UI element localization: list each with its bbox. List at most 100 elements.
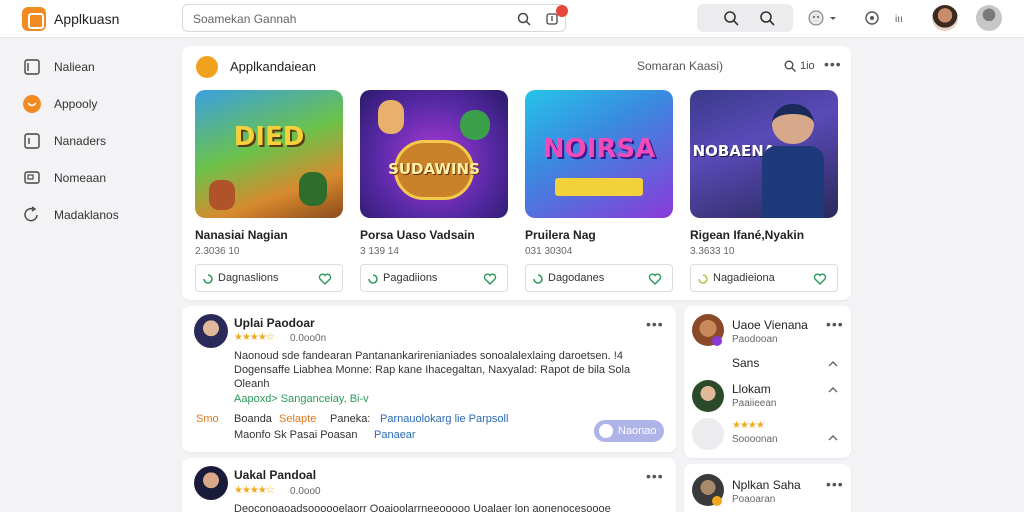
- download-icon: [698, 274, 708, 284]
- sidebar-item-label: Nanaders: [54, 134, 107, 148]
- app-logo-icon[interactable]: [22, 7, 46, 31]
- apps-icon: [23, 95, 41, 113]
- featured-apps-card: Applkandaiean Somaran Kaasi) 1io ••• DIE…: [182, 46, 851, 300]
- more-options-icon[interactable]: •••: [824, 56, 842, 72]
- game-controller-icon[interactable]: [808, 10, 824, 26]
- user-name[interactable]: Nplkan Saha: [732, 478, 801, 492]
- category-icon: [196, 56, 218, 78]
- refresh-icon: [24, 206, 38, 222]
- right-panel-card: Uaoe Vienana Paodooan ••• Sans Llokam Pa…: [684, 306, 851, 458]
- app-thumbnail[interactable]: NOIRSA: [525, 90, 673, 218]
- tag-label[interactable]: Smo: [196, 413, 219, 425]
- chevron-up-icon[interactable]: [828, 434, 838, 442]
- search-box[interactable]: [182, 4, 566, 32]
- top-bar: Applkuasn iıı: [0, 0, 1024, 38]
- app-action-button[interactable]: Pagadiions: [360, 264, 508, 292]
- review-text: Naonoud sde fandearan Pantanankarirenian…: [234, 350, 631, 390]
- user-name[interactable]: Uaoe Vienana: [732, 318, 808, 332]
- app-card[interactable]: DIED Nanasiai Nagian 2.3036 10 Dagnaslio…: [195, 90, 343, 292]
- more-options-icon[interactable]: •••: [646, 316, 664, 332]
- app-thumbnail-title: SUDAWINS: [388, 160, 480, 178]
- review-card: Uakal Pandoal ★★★★☆ 0.0oo0 ••• Deoconoao…: [182, 458, 676, 512]
- app-action-button[interactable]: Nagadieiona: [690, 264, 838, 292]
- more-options-icon[interactable]: •••: [646, 468, 664, 484]
- download-icon: [203, 274, 213, 284]
- heart-icon[interactable]: [483, 272, 497, 286]
- user-subtitle: Poaoaran: [732, 494, 776, 505]
- chevron-down-icon[interactable]: [828, 10, 838, 26]
- tag-label[interactable]: Selapte: [279, 413, 316, 425]
- notification-badge: [556, 5, 568, 17]
- tag-label[interactable]: Boanda: [234, 413, 272, 425]
- download-icon: [368, 274, 378, 284]
- right-panel-card: Nplkan Saha Poaoaran •••: [684, 464, 851, 512]
- app-thumbnail[interactable]: NOBAENA: [690, 90, 838, 218]
- user-avatar[interactable]: [692, 380, 724, 412]
- app-meta: 3.3633 10: [690, 246, 735, 257]
- app-thumbnail[interactable]: SUDAWINS: [360, 90, 508, 218]
- sidebar-item-madaklanos[interactable]: Madaklanos: [22, 204, 172, 226]
- app-action-label: Dagodanes: [548, 272, 605, 284]
- app-action-label: Nagadieiona: [713, 272, 775, 284]
- sidebar-item-nanaders[interactable]: Nanaders: [22, 130, 172, 152]
- user-subtitle: Paaiieean: [732, 398, 777, 409]
- reviewer-avatar[interactable]: [194, 314, 228, 348]
- reviewer-name[interactable]: Uplai Paodoar: [234, 316, 315, 330]
- sidebar-item-nomeaan[interactable]: Nomeaan: [22, 167, 172, 189]
- more-options-icon[interactable]: •••: [826, 476, 844, 492]
- reviewer-name[interactable]: Uakal Pandoal: [234, 468, 316, 482]
- heart-icon[interactable]: [318, 272, 332, 286]
- profile-avatar[interactable]: [976, 5, 1002, 31]
- review-text: Deoconoaoadsoooooelaorr Ooaioolarrneeooo…: [234, 503, 611, 512]
- app-name[interactable]: Pruilera Nag: [525, 228, 596, 242]
- search-icon[interactable]: [723, 10, 739, 26]
- rating-stars: ★★★★☆: [234, 485, 275, 496]
- brand-name: Applkuasn: [54, 11, 120, 27]
- info-icon[interactable]: [864, 10, 880, 26]
- app-card[interactable]: NOBAENA Rigean Ifané,Nyakin 3.3633 10 Na…: [690, 90, 838, 292]
- sidebar-item-naliean[interactable]: Naliean: [22, 56, 172, 78]
- chevron-up-icon[interactable]: [828, 386, 838, 394]
- character-body: [762, 146, 824, 218]
- app-action-button[interactable]: Dagnaslions: [195, 264, 343, 292]
- placeholder-avatar: [692, 418, 724, 450]
- app-name[interactable]: Porsa Uaso Vadsain: [360, 228, 475, 242]
- tag-label[interactable]: Parnauolokarg lie Parpsoll: [380, 413, 508, 425]
- sidebar-item-appooly[interactable]: Appooly: [22, 93, 172, 115]
- heart-icon[interactable]: [813, 272, 827, 286]
- app-name[interactable]: Rigean Ifané,Nyakin: [690, 228, 804, 242]
- user-name[interactable]: Llokam: [732, 382, 771, 396]
- review-footer-text: Maonfo Sk Pasai Poasan: [234, 429, 358, 441]
- app-action-label: Pagadiions: [383, 272, 438, 284]
- zoom-icon[interactable]: [759, 10, 775, 26]
- reply-button[interactable]: Naonao: [594, 420, 664, 442]
- review-footer-link[interactable]: Panaear: [374, 429, 416, 441]
- app-card[interactable]: NOIRSA Pruilera Nag 031 30304 Dagodanes: [525, 90, 673, 292]
- user-avatar[interactable]: [932, 5, 958, 31]
- search-icon[interactable]: [517, 12, 531, 26]
- heart-icon[interactable]: [648, 272, 662, 286]
- reply-label: Naonao: [618, 425, 657, 437]
- sidebar-item-label: Nomeaan: [54, 171, 107, 185]
- chevron-up-icon[interactable]: [828, 360, 838, 368]
- review-link[interactable]: Aapoxd> Sanganceiay, Bi-v: [234, 393, 369, 405]
- character-figure: [378, 100, 404, 134]
- app-action-button[interactable]: Dagodanes: [525, 264, 673, 292]
- app-card[interactable]: SUDAWINS Porsa Uaso Vadsain 3 139 14 Pag…: [360, 90, 508, 292]
- search-icon[interactable]: [784, 60, 796, 72]
- reviewer-avatar[interactable]: [194, 466, 228, 500]
- search-input[interactable]: [193, 10, 493, 28]
- filter-label[interactable]: 1io: [800, 60, 815, 72]
- featured-subtitle: Somaran Kaasi): [637, 59, 724, 73]
- sidebar-item-label: Madaklanos: [54, 208, 119, 222]
- more-options-icon[interactable]: •••: [826, 316, 844, 332]
- app-name[interactable]: Nanasiai Nagian: [195, 228, 288, 242]
- character-figure: [299, 172, 327, 206]
- tag-label[interactable]: Paneka:: [330, 413, 370, 425]
- grid-icon[interactable]: iıı: [895, 10, 913, 26]
- tablet-icon: [24, 59, 40, 75]
- app-meta: 2.3036 10: [195, 246, 240, 257]
- svg-text:iıı: iıı: [895, 14, 903, 25]
- sidebar-item-label: Naliean: [54, 60, 95, 74]
- app-thumbnail[interactable]: DIED: [195, 90, 343, 218]
